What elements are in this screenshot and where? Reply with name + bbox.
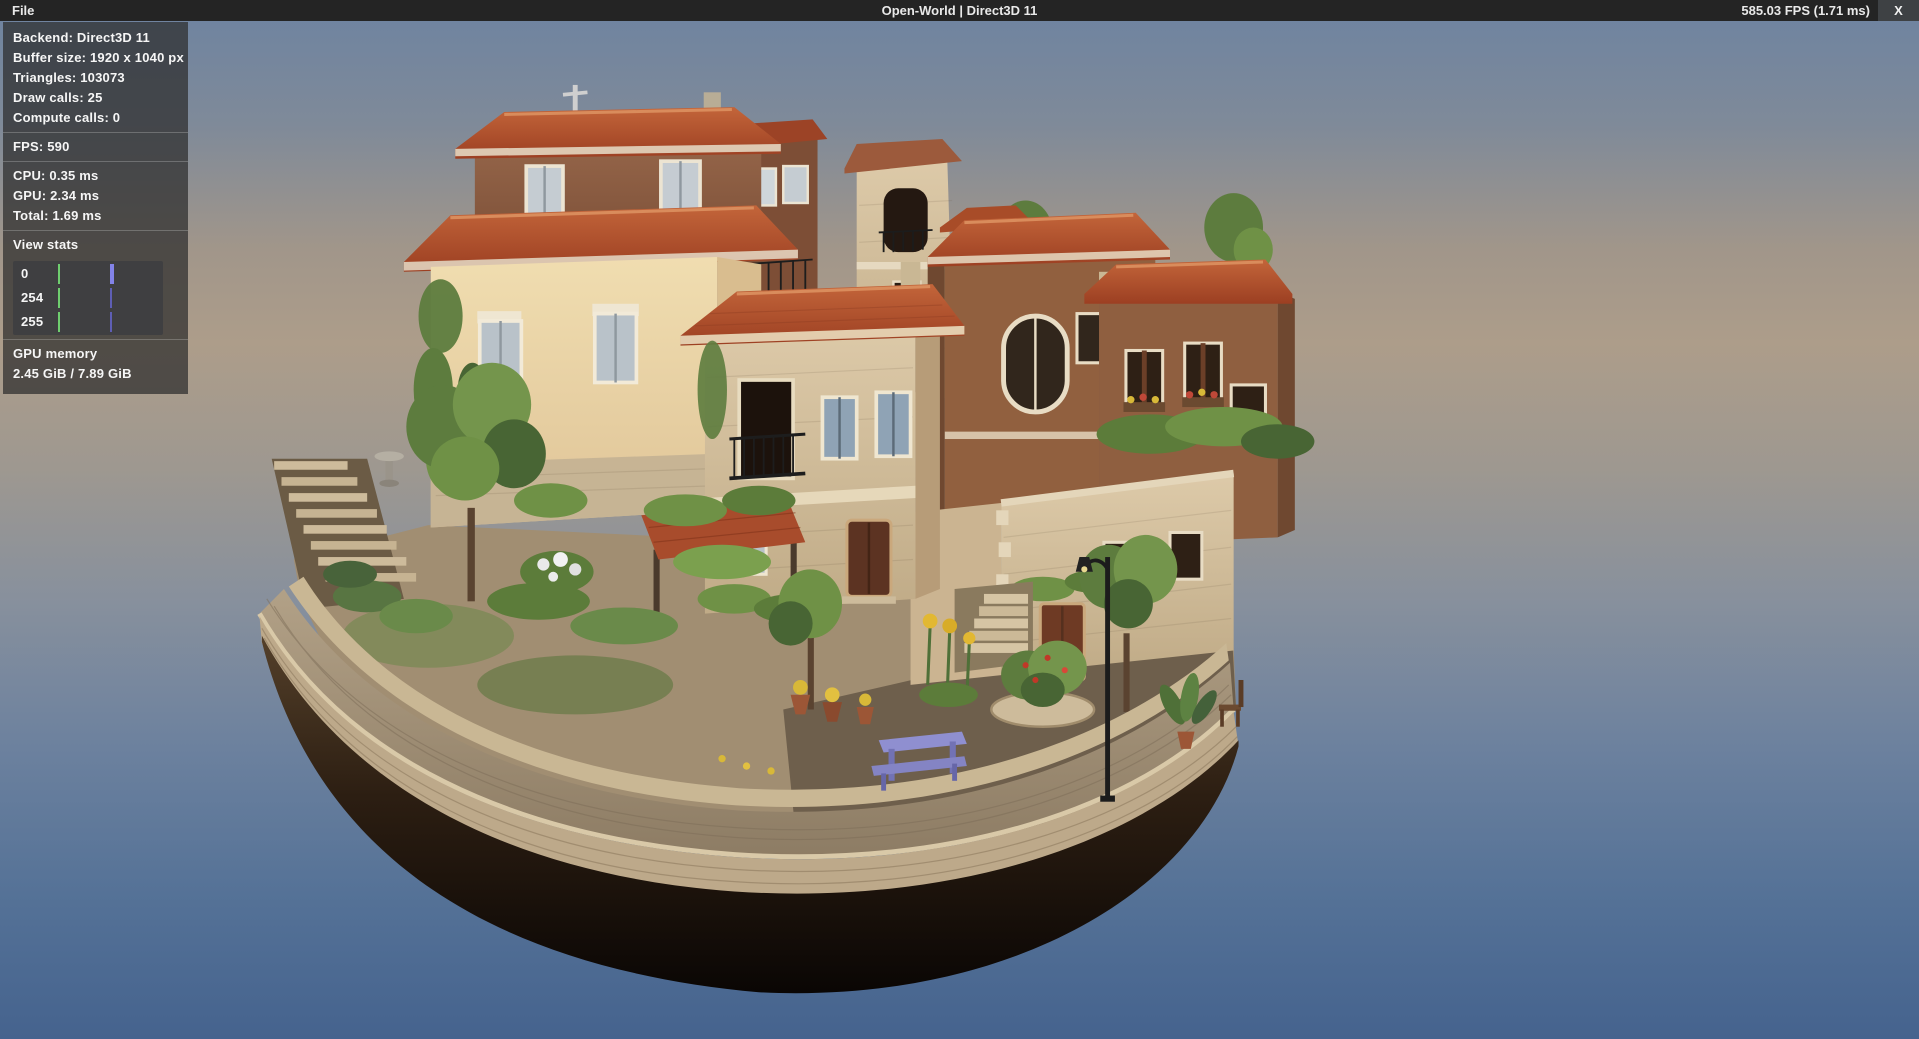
fps-readout: 585.03 FPS (1.71 ms) <box>1741 0 1870 21</box>
separator <box>3 339 188 340</box>
stat-fps: FPS: 590 <box>3 137 188 157</box>
histogram-row: 0 <box>13 262 163 286</box>
close-button[interactable]: X <box>1878 0 1919 21</box>
blue-tick <box>110 312 112 332</box>
view-stats-histogram: 0 254 255 <box>13 261 163 335</box>
stat-total-time: Total: 1.69 ms <box>3 206 188 226</box>
histogram-row: 255 <box>13 310 163 334</box>
village-scene <box>0 21 1919 1039</box>
green-tick <box>58 312 60 332</box>
white-flower-bush <box>520 551 593 593</box>
stat-cpu-time: CPU: 0.35 ms <box>3 166 188 186</box>
birdbath <box>374 451 403 487</box>
green-tick <box>58 264 60 284</box>
stat-draw-calls: Draw calls: 25 <box>3 88 188 108</box>
view-stats-label: View stats <box>3 235 188 255</box>
separator <box>3 230 188 231</box>
window-title: Open-World | Direct3D 11 <box>0 3 1919 18</box>
blue-tick <box>110 264 114 284</box>
stats-panel: Backend: Direct3D 11 Buffer size: 1920 x… <box>3 22 188 394</box>
file-menu[interactable]: File <box>0 0 46 21</box>
histogram-row-label: 254 <box>21 286 43 310</box>
blue-tick <box>110 288 112 308</box>
histogram-row-label: 0 <box>21 262 28 286</box>
render-viewport[interactable] <box>0 21 1919 1039</box>
histogram-row: 254 <box>13 286 163 310</box>
green-tick <box>58 288 60 308</box>
far-right-roof <box>1084 260 1292 304</box>
separator <box>3 161 188 162</box>
stat-gpu-time: GPU: 2.34 ms <box>3 186 188 206</box>
center-door <box>842 520 896 604</box>
stat-buffer-size: Buffer size: 1920 x 1040 px <box>3 48 188 68</box>
stat-backend: Backend: Direct3D 11 <box>3 28 188 48</box>
arched-window <box>1004 316 1068 412</box>
gpu-memory-value: 2.45 GiB / 7.89 GiB <box>3 364 188 384</box>
title-bar: File Open-World | Direct3D 11 585.03 FPS… <box>0 0 1919 21</box>
stat-triangles: Triangles: 103073 <box>3 68 188 88</box>
tower-arch-opening <box>884 188 928 252</box>
histogram-row-label: 255 <box>21 310 43 334</box>
gpu-memory-label: GPU memory <box>3 344 188 364</box>
antenna <box>573 85 578 115</box>
upper-doorway <box>739 380 793 478</box>
separator <box>3 132 188 133</box>
stat-compute-calls: Compute calls: 0 <box>3 108 188 128</box>
pergola-vines <box>673 545 771 579</box>
